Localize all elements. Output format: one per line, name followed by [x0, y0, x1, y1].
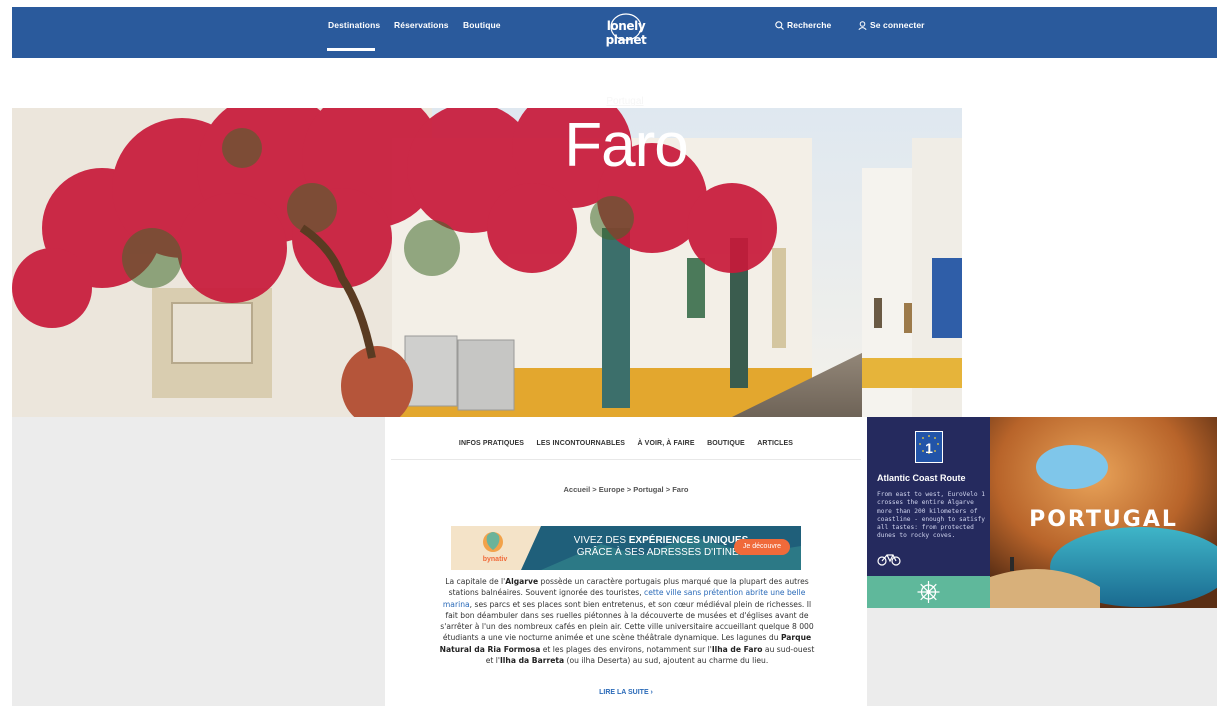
ad1-title: Atlantic Coast Route	[877, 473, 966, 483]
nav-login-label: Se connecter	[870, 20, 925, 30]
breadcrumb-separator: >	[626, 485, 632, 494]
breadcrumb-separator: >	[665, 485, 671, 494]
breadcrumb-separator: >	[592, 485, 597, 494]
nav-search-label: Recherche	[787, 20, 832, 30]
breadcrumb-portugal[interactable]: Portugal	[633, 485, 663, 494]
banner-cta-button[interactable]: Je découvre	[734, 539, 790, 555]
breadcrumb-current: Faro	[672, 485, 689, 494]
intro-text: (ou ilha Deserta) au sud, ajoutent au ch…	[564, 656, 769, 666]
ship-wheel-icon	[917, 581, 940, 603]
bynativ-logo: bynativ	[482, 556, 508, 563]
nav-login[interactable]: Se connecter	[858, 20, 925, 31]
nav-boutique[interactable]: Boutique	[463, 20, 501, 30]
subnav-boutique[interactable]: BOUTIQUE	[707, 440, 745, 447]
subnav-articles[interactable]: ARTICLES	[757, 440, 793, 447]
ad-portugal[interactable]: PORTUGAL	[990, 417, 1217, 608]
nav-active-indicator	[327, 48, 375, 51]
intro-text: et les plages des environs, notamment su…	[540, 644, 712, 654]
subnav-infos-pratiques[interactable]: INFOS PRATIQUES	[459, 440, 524, 447]
subnav-a-voir[interactable]: À VOIR, À FAIRE	[637, 440, 694, 447]
bicycle-icon	[877, 554, 901, 566]
ad-banner-bynativ[interactable]: bynativ VIVEZ DES EXPÉRIENCES UNIQUES GR…	[451, 526, 801, 570]
hero-image	[12, 108, 962, 417]
banner-headline-a: VIVEZ DES	[573, 535, 629, 546]
divider	[391, 459, 861, 460]
nav-search[interactable]: Recherche	[775, 20, 832, 31]
breadcrumb-accueil[interactable]: Accueil	[564, 485, 591, 494]
intro-text: La capitale de l'	[445, 577, 506, 586]
hero-country-link[interactable]: Portugal	[593, 96, 657, 107]
lonely-planet-logo[interactable]: lonely planet	[593, 13, 659, 47]
read-more-link[interactable]: LIRE LA SUITE ›	[385, 689, 867, 696]
user-icon	[858, 21, 867, 31]
eurovelo-badge: 1	[915, 431, 943, 463]
ad-atlantic-coast-route[interactable]: 1 Atlantic Coast Route From east to west…	[867, 417, 990, 608]
ad1-footer	[867, 576, 990, 608]
intro-paragraph: La capitale de l'Algarve possède un cara…	[437, 576, 817, 666]
page-title: Faro	[564, 111, 688, 180]
intro-ilha-faro: Ilha de Faro	[711, 644, 763, 654]
search-icon	[775, 21, 784, 31]
banner-headline-b: EXPÉRIENCES UNIQUES	[628, 535, 749, 546]
section-subnav: INFOS PRATIQUES LES INCONTOURNABLES À VO…	[385, 432, 867, 450]
ad2-headline: PORTUGAL	[1029, 507, 1178, 532]
main-content: INFOS PRATIQUES LES INCONTOURNABLES À VO…	[385, 417, 867, 706]
intro-text: , ses parcs et ses places sont bien entr…	[440, 599, 814, 643]
right-gutter	[867, 608, 1217, 706]
logo-text: lonely planet	[605, 19, 647, 47]
subnav-incontournables[interactable]: LES INCONTOURNABLES	[537, 440, 626, 447]
intro-algarve: Algarve	[505, 577, 539, 586]
nav-destinations[interactable]: Destinations	[328, 20, 380, 30]
ad1-body: From east to west, EuroVelo 1 crosses th…	[877, 491, 986, 540]
left-gutter	[12, 417, 385, 706]
intro-ilha-barreta: Ilha da Barreta	[499, 656, 565, 666]
nav-reservations[interactable]: Réservations	[394, 20, 449, 30]
eurovelo-number: 1	[925, 440, 933, 456]
breadcrumb-europe[interactable]: Europe	[599, 485, 625, 494]
breadcrumb: Accueil > Europe > Portugal > Faro	[385, 485, 867, 494]
